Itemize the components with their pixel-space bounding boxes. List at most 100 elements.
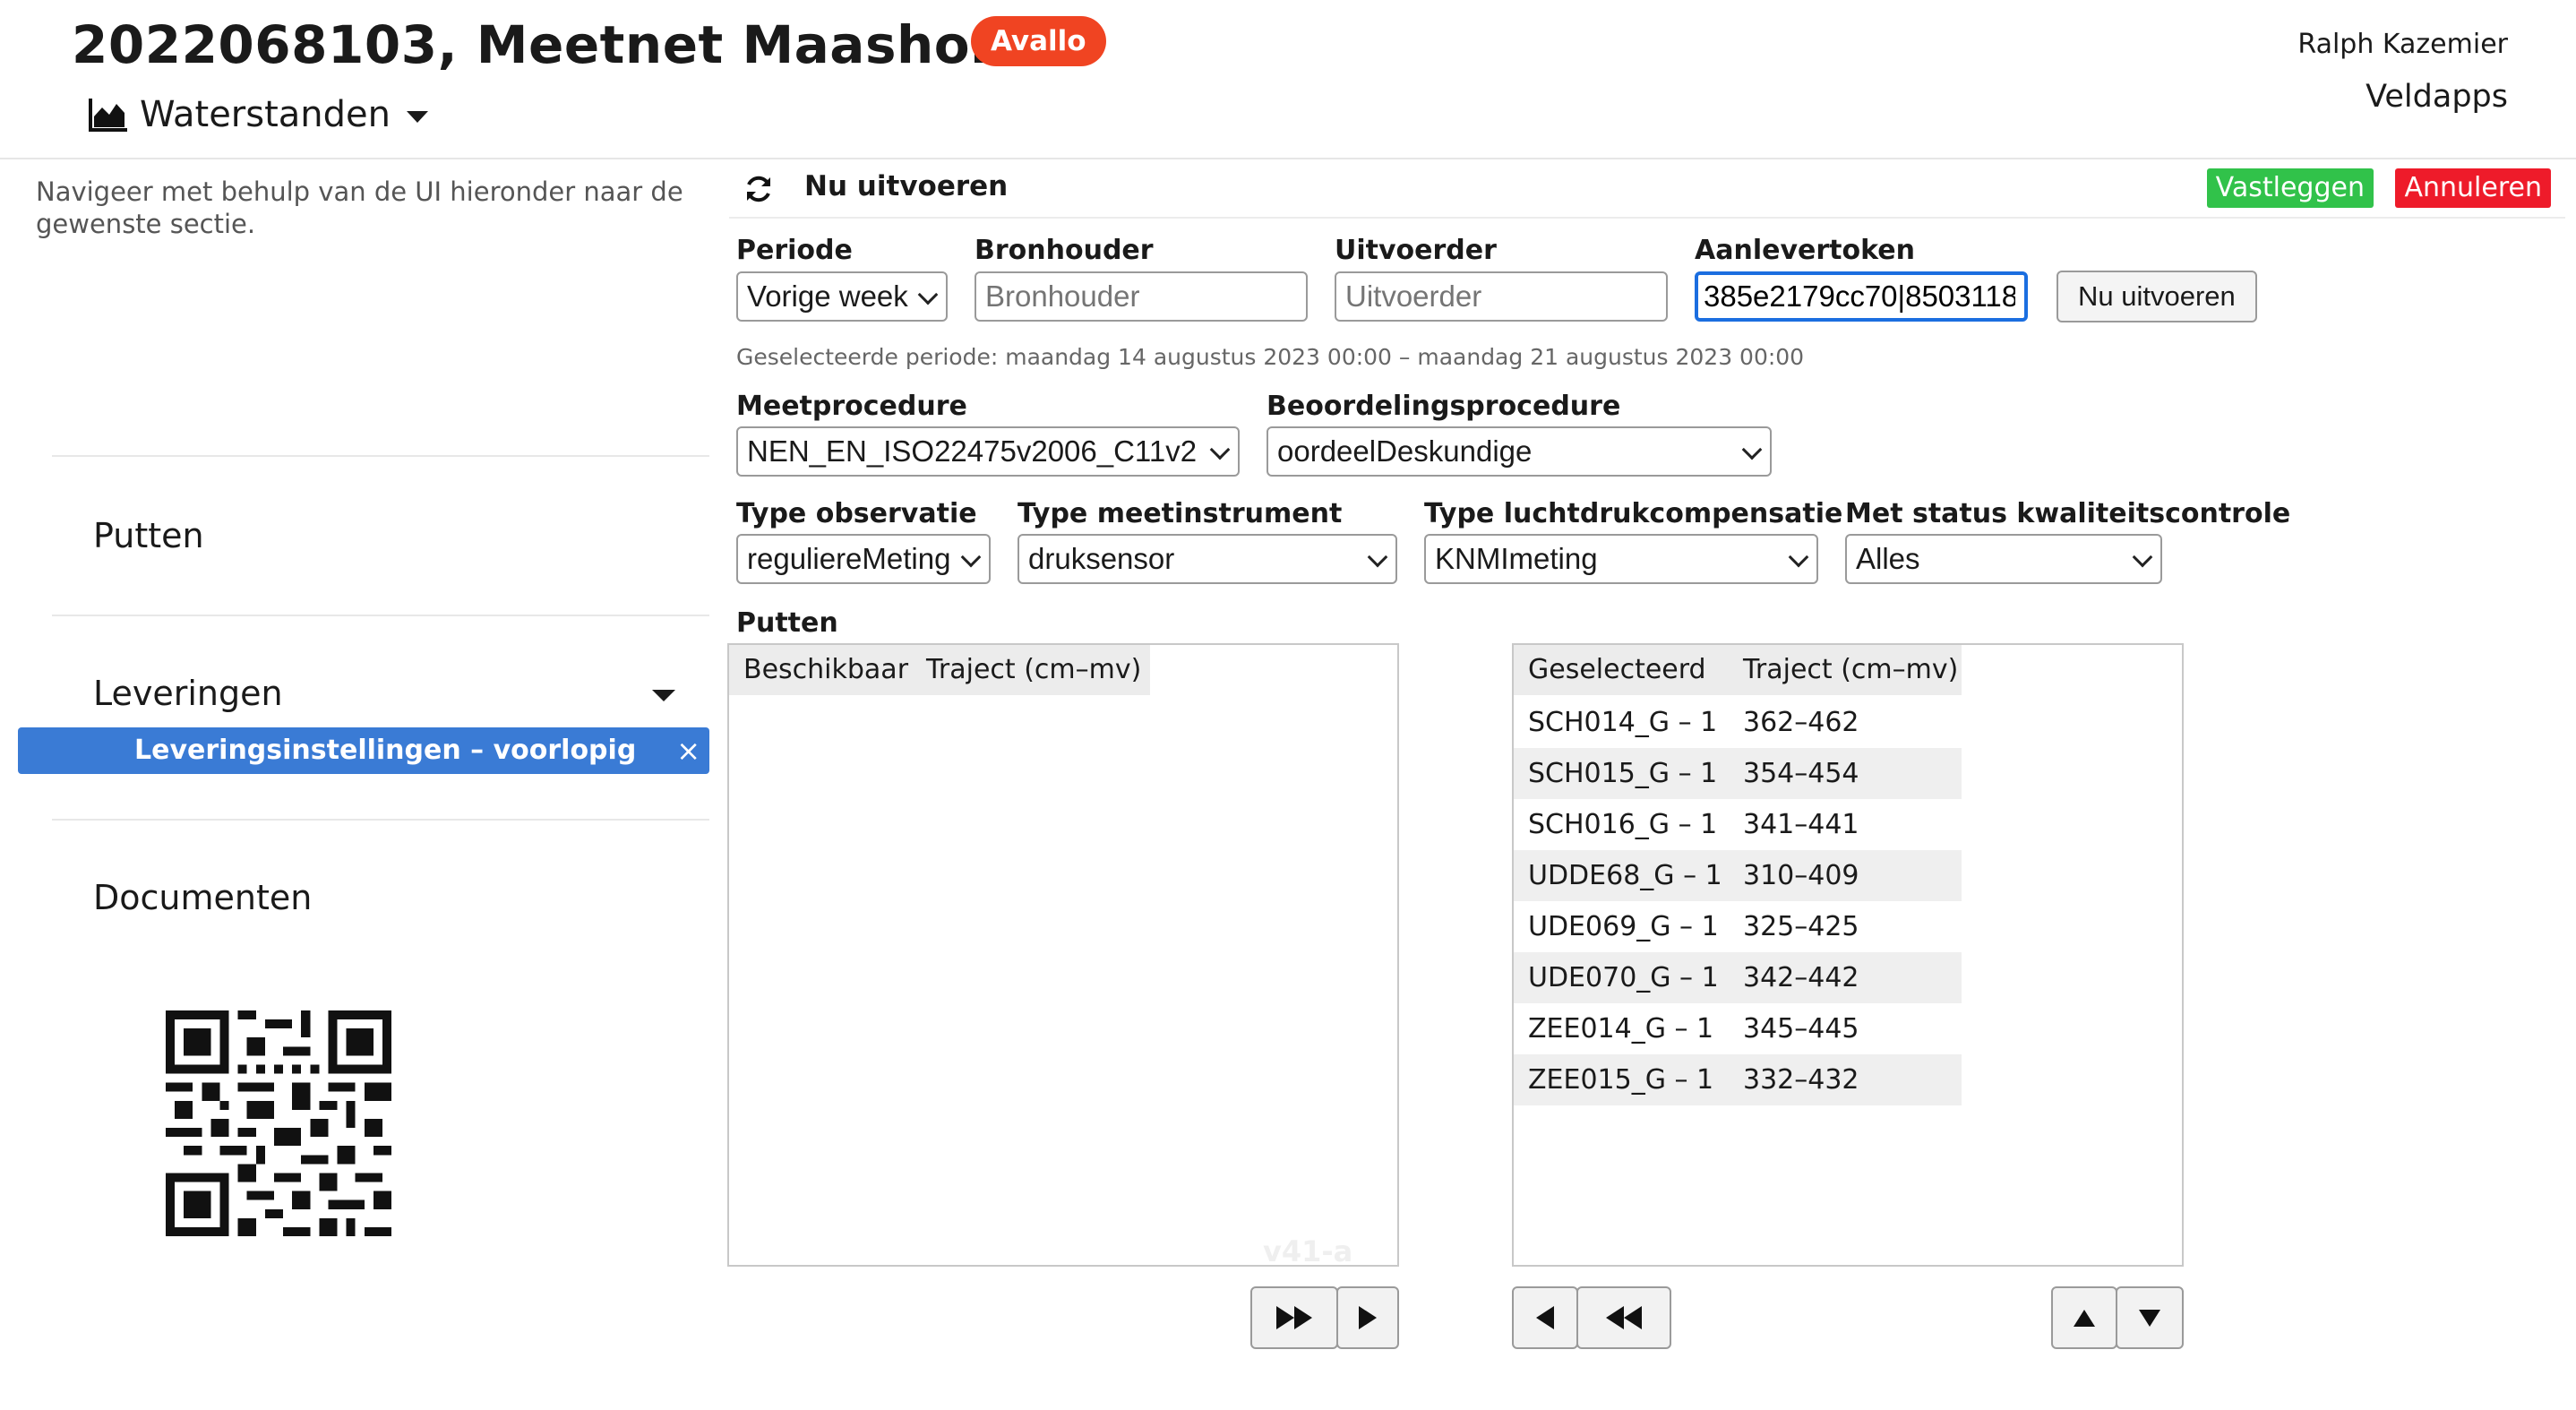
qr-code-icon	[166, 1010, 391, 1236]
cancel-button[interactable]: Annuleren	[2395, 168, 2551, 208]
well-name: UDE069_G – 1	[1528, 911, 1719, 942]
run-now-button[interactable]: Nu uitvoeren	[2057, 271, 2257, 322]
meetprocedure-value: NEN_EN_ISO22475v2006_C11v2	[747, 434, 1198, 468]
close-icon[interactable]: ×	[676, 727, 700, 774]
aanlevertoken-input[interactable]	[1695, 271, 2028, 322]
user-name[interactable]: Ralph Kazemier	[2297, 29, 2508, 60]
well-traject: 345–445	[1743, 1013, 1859, 1045]
well-traject: 341–441	[1743, 809, 1859, 840]
view-label: Waterstanden	[140, 94, 391, 135]
divider	[52, 615, 709, 616]
bronhouder-label: Bronhouder	[975, 235, 1154, 266]
meetprocedure-select[interactable]: NEN_EN_ISO22475v2006_C11v2	[736, 426, 1240, 477]
remove-selected-button[interactable]	[1512, 1286, 1578, 1349]
type-observatie-label: Type observatie	[736, 498, 977, 529]
beoordelingsprocedure-value: oordeelDeskundige	[1277, 434, 1533, 468]
sidebar-item-leveringen[interactable]: Leveringen	[93, 674, 283, 713]
list-item[interactable]: ZEE015_G – 1 332–432	[1514, 1054, 1962, 1105]
divider	[52, 819, 709, 821]
run-now-action[interactable]: Nu uitvoeren	[804, 170, 1008, 202]
aanlevertoken-label: Aanlevertoken	[1695, 235, 1915, 266]
type-luchtdruk-label: Type luchtdrukcompensatie	[1424, 498, 1843, 529]
well-name: UDDE68_G – 1	[1528, 860, 1722, 891]
add-selected-button[interactable]	[1336, 1286, 1399, 1349]
well-traject: 362–462	[1743, 707, 1859, 738]
type-meetinstrument-select[interactable]: druksensor	[1018, 534, 1397, 584]
refresh-icon[interactable]	[743, 174, 774, 204]
double-right-arrow-icon	[1294, 1306, 1312, 1329]
double-left-arrow-icon	[1624, 1306, 1642, 1329]
well-traject: 325–425	[1743, 911, 1859, 942]
periode-label: Periode	[736, 235, 853, 266]
sidebar-item-putten[interactable]: Putten	[93, 516, 204, 555]
selected-period-text: Geselecteerde periode: maandag 14 august…	[736, 344, 1805, 370]
available-wells-list[interactable]: Beschikbaar Traject (cm–mv)	[727, 643, 1399, 1267]
well-name: ZEE014_G – 1	[1528, 1013, 1714, 1045]
status-kwaliteit-select[interactable]: Alles	[1845, 534, 2162, 584]
double-right-arrow-icon	[1276, 1306, 1294, 1329]
uitvoerder-input[interactable]	[1335, 271, 1668, 322]
well-traject: 354–454	[1743, 758, 1859, 789]
list-item[interactable]: SCH014_G – 1 362–462	[1514, 697, 1962, 748]
view-selector[interactable]: Waterstanden	[88, 90, 428, 140]
list-header: Geselecteerd Traject (cm–mv)	[1514, 645, 1962, 695]
action-toolbar: Nu uitvoeren Vastleggen Annuleren	[729, 161, 2565, 219]
page-title: 2022068103, Meetnet Maashorst	[72, 14, 1053, 75]
list-item[interactable]: SCH016_G – 1 341–441	[1514, 799, 1962, 850]
column-header[interactable]: Traject (cm–mv)	[926, 645, 1141, 695]
selected-wells-list[interactable]: Geselecteerd Traject (cm–mv) SCH014_G – …	[1512, 643, 2184, 1267]
move-up-button[interactable]	[2051, 1286, 2117, 1349]
list-item[interactable]: UDE069_G – 1 325–425	[1514, 901, 1962, 952]
version-watermark: v41-a	[1263, 1234, 1353, 1268]
app-header: 2022068103, Meetnet Maashorst Avallo Wat…	[0, 0, 2576, 159]
beoordelingsprocedure-label: Beoordelingsprocedure	[1267, 391, 1621, 422]
left-arrow-icon	[1536, 1306, 1554, 1329]
move-down-button[interactable]	[2116, 1286, 2184, 1349]
well-traject: 342–442	[1743, 962, 1859, 993]
list-item[interactable]: UDDE68_G – 1 310–409	[1514, 850, 1962, 901]
caret-down-icon[interactable]	[652, 690, 675, 701]
nav-hint: Navigeer met behulp van de UI hieronder …	[36, 176, 683, 239]
periode-value: Vorige week	[747, 279, 908, 313]
sidebar: Navigeer met behulp van de UI hieronder …	[0, 161, 717, 1410]
column-header[interactable]: Traject (cm–mv)	[1743, 645, 1958, 695]
column-header[interactable]: Geselecteerd	[1528, 645, 1706, 695]
sidebar-subitem-leveringsinstellingen[interactable]: Leveringsinstellingen – voorlopig ×	[18, 727, 709, 774]
periode-select[interactable]: Vorige week	[736, 271, 948, 322]
sidebar-item-documenten[interactable]: Documenten	[93, 878, 312, 917]
up-arrow-icon	[2074, 1309, 2095, 1327]
add-all-button[interactable]	[1250, 1286, 1338, 1349]
list-item[interactable]: SCH015_G – 1 354–454	[1514, 748, 1962, 799]
type-observatie-select[interactable]: regulierеMeting	[736, 534, 991, 584]
uitvoerder-label: Uitvoerder	[1335, 235, 1497, 266]
list-item[interactable]: ZEE014_G – 1 345–445	[1514, 1003, 1962, 1054]
bronhouder-input[interactable]	[975, 271, 1308, 322]
sidebar-subitem-label: Leveringsinstellingen – voorlopig	[134, 735, 637, 766]
divider	[52, 455, 709, 457]
type-observatie-value: regulierеMeting	[747, 542, 951, 575]
well-traject: 332–432	[1743, 1064, 1859, 1096]
save-button[interactable]: Vastleggen	[2206, 168, 2374, 208]
well-name: SCH016_G – 1	[1528, 809, 1718, 840]
status-kwaliteit-value: Alles	[1856, 542, 1920, 575]
column-header[interactable]: Beschikbaar	[743, 645, 908, 695]
remove-all-button[interactable]	[1576, 1286, 1671, 1349]
list-header: Beschikbaar Traject (cm–mv)	[729, 645, 1150, 695]
well-name: ZEE015_G – 1	[1528, 1064, 1714, 1096]
meetprocedure-label: Meetprocedure	[736, 391, 967, 422]
well-name: SCH014_G – 1	[1528, 707, 1718, 738]
well-name: SCH015_G – 1	[1528, 758, 1718, 789]
type-luchtdruk-value: KNMImeting	[1435, 542, 1598, 575]
caret-down-icon	[406, 110, 428, 123]
status-badge[interactable]: Avallo	[971, 16, 1106, 66]
right-arrow-icon	[1359, 1306, 1377, 1329]
list-item[interactable]: UDE070_G – 1 342–442	[1514, 952, 1962, 1003]
well-name: UDE070_G – 1	[1528, 962, 1719, 993]
type-meetinstrument-value: druksensor	[1028, 542, 1175, 575]
type-luchtdruk-select[interactable]: KNMImeting	[1424, 534, 1818, 584]
area-chart-icon	[89, 99, 127, 132]
beoordelingsprocedure-select[interactable]: oordeelDeskundige	[1267, 426, 1772, 477]
status-kwaliteit-label: Met status kwaliteitscontrole	[1845, 498, 2291, 529]
type-meetinstrument-label: Type meetinstrument	[1018, 498, 1343, 529]
apps-menu[interactable]: Veldapps	[2366, 79, 2508, 115]
